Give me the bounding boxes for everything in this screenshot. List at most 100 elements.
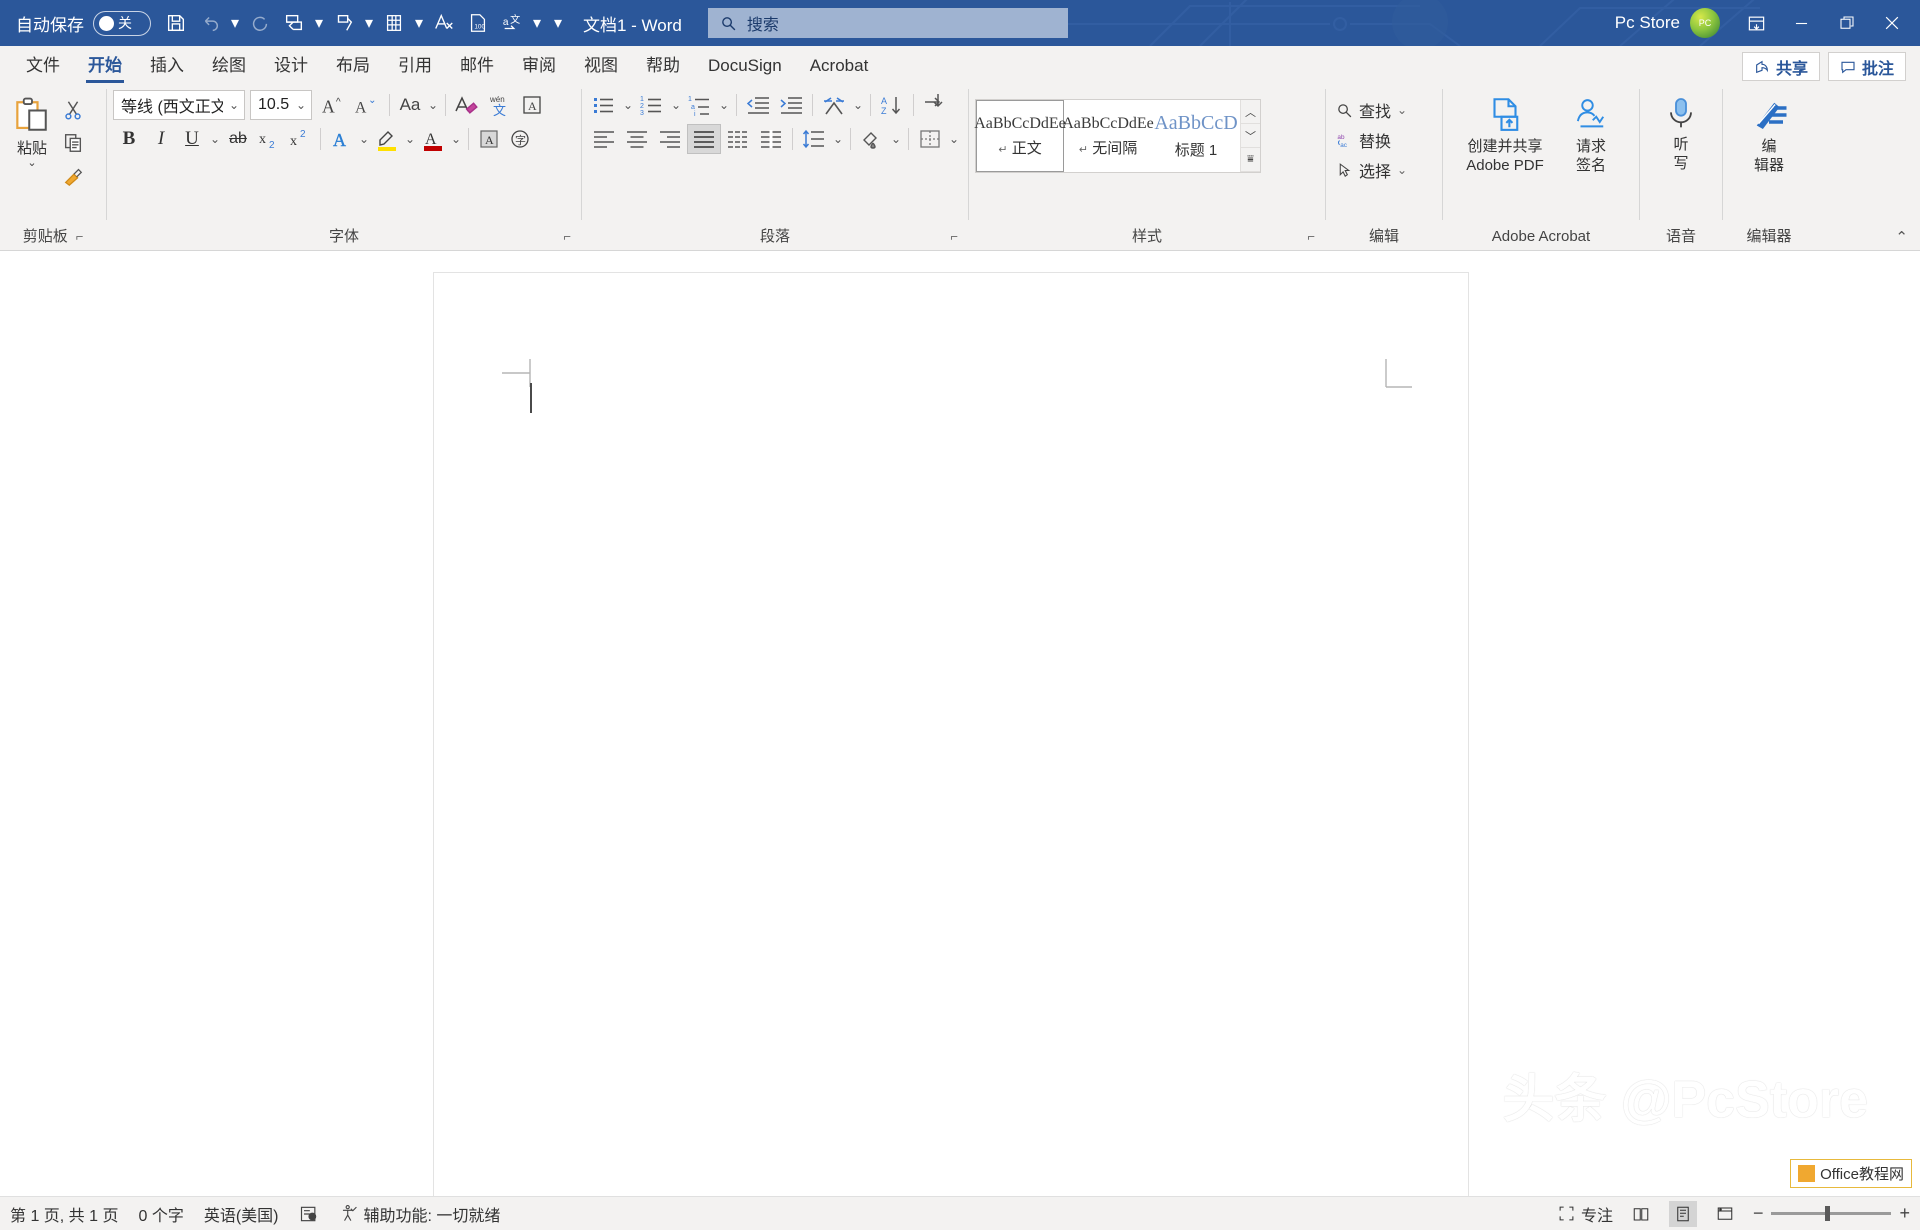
table-dropdown-icon[interactable]: ▾ bbox=[411, 6, 427, 40]
autosave-control[interactable]: 自动保存 关 bbox=[10, 10, 159, 36]
zoom-out-icon[interactable]: − bbox=[1753, 1203, 1764, 1224]
font-color-dropdown-icon[interactable]: ⌄ bbox=[449, 124, 463, 154]
zoom-thumb[interactable] bbox=[1825, 1206, 1831, 1221]
styles-scroll-down-icon[interactable]: ﹀ bbox=[1241, 124, 1260, 148]
word-count-icon[interactable]: 100 bbox=[461, 6, 495, 40]
bullets-icon[interactable] bbox=[588, 90, 620, 120]
search-box[interactable]: 搜索 bbox=[707, 8, 1068, 38]
format-painter-qat-icon[interactable] bbox=[327, 6, 361, 40]
tab-insert[interactable]: 插入 bbox=[136, 49, 198, 83]
grow-font-icon[interactable]: A ^ bbox=[319, 90, 351, 120]
print-dropdown-icon[interactable]: ▾ bbox=[311, 6, 327, 40]
asian-layout-dropdown-icon[interactable]: ⌄ bbox=[851, 90, 865, 120]
redo-icon[interactable] bbox=[243, 6, 277, 40]
avatar[interactable]: PC bbox=[1690, 8, 1720, 38]
text-effects-dropdown-icon[interactable]: ⌄ bbox=[357, 124, 371, 154]
asian-layout-icon[interactable] bbox=[818, 90, 850, 120]
change-case-dropdown-icon[interactable]: ⌄ bbox=[426, 90, 440, 120]
cut-icon[interactable] bbox=[58, 95, 88, 125]
zoom-track[interactable] bbox=[1771, 1206, 1892, 1221]
accessibility-status[interactable]: 辅助功能: 一切就绪 bbox=[339, 1202, 500, 1226]
paste-button[interactable]: 粘贴 ⌄ bbox=[6, 90, 58, 169]
styles-scroll[interactable]: ︿ ﹀ ⩸ bbox=[1240, 100, 1260, 172]
sort-icon[interactable]: A Z bbox=[876, 90, 908, 120]
collapse-ribbon-icon[interactable]: ⌃ bbox=[1895, 228, 1908, 246]
print-layout-button[interactable] bbox=[1668, 1200, 1697, 1227]
translate-dropdown-icon[interactable]: ▾ bbox=[529, 6, 545, 40]
clipboard-dialog-launcher[interactable]: ⌐ bbox=[76, 226, 84, 248]
share-button[interactable]: 共享 bbox=[1741, 52, 1820, 81]
shading-icon[interactable] bbox=[856, 124, 888, 154]
clear-formatting-icon[interactable] bbox=[451, 90, 483, 120]
undo-dropdown-icon[interactable]: ▾ bbox=[227, 6, 243, 40]
multilevel-dropdown-icon[interactable]: ⌄ bbox=[717, 90, 731, 120]
align-right-icon[interactable] bbox=[654, 124, 686, 154]
distribute-2-icon[interactable] bbox=[755, 124, 787, 154]
document-area[interactable]: 头条 @PcStore Office教程网 bbox=[0, 251, 1920, 1196]
find-button[interactable]: 查找 ⌄ bbox=[1332, 96, 1411, 124]
word-count-status[interactable]: 0 个字 bbox=[138, 1202, 183, 1226]
shading-dropdown-icon[interactable]: ⌄ bbox=[889, 124, 903, 154]
show-formatting-marks-icon[interactable] bbox=[919, 90, 951, 120]
read-mode-button[interactable] bbox=[1627, 1201, 1655, 1227]
tab-layout[interactable]: 布局 bbox=[322, 49, 384, 83]
editor-button[interactable]: 编 辑器 bbox=[1743, 90, 1795, 174]
customize-qat-icon[interactable]: ▾ bbox=[545, 6, 571, 40]
find-dropdown-icon[interactable]: ⌄ bbox=[1397, 103, 1407, 117]
text-effects-icon[interactable]: A bbox=[326, 124, 356, 154]
tab-acrobat[interactable]: Acrobat bbox=[796, 49, 883, 83]
paragraph-dialog-launcher[interactable]: ⌐ bbox=[950, 226, 958, 248]
zoom-in-icon[interactable]: + bbox=[1899, 1203, 1910, 1224]
undo-icon[interactable] bbox=[193, 6, 227, 40]
copy-icon[interactable] bbox=[58, 128, 88, 158]
tab-view[interactable]: 视图 bbox=[570, 49, 632, 83]
text-highlight-color-icon[interactable] bbox=[372, 124, 402, 154]
print-preview-icon[interactable] bbox=[277, 6, 311, 40]
styles-more-icon[interactable]: ⩸ bbox=[1241, 148, 1260, 172]
tab-home[interactable]: 开始 bbox=[74, 49, 136, 83]
style-item-normal[interactable]: AaBbCcDdEe ↵ 正文 bbox=[974, 100, 1066, 172]
styles-gallery[interactable]: AaBbCcDdEe ↵ 正文 AaBbCcDdEe ↵ 无间隔 AaBbCcD… bbox=[974, 99, 1261, 173]
character-border-icon[interactable]: A bbox=[517, 90, 547, 120]
borders-dropdown-icon[interactable]: ⌄ bbox=[947, 124, 961, 154]
format-painter-dropdown-icon[interactable]: ▾ bbox=[361, 6, 377, 40]
bold-button[interactable]: B bbox=[113, 124, 145, 154]
character-shading-icon[interactable]: A bbox=[474, 124, 504, 154]
tab-docusign[interactable]: DocuSign bbox=[694, 49, 796, 83]
distribute-icon[interactable] bbox=[722, 124, 754, 154]
font-size-dropdown-icon[interactable]: ⌄ bbox=[294, 98, 308, 112]
web-layout-button[interactable] bbox=[1711, 1201, 1739, 1227]
styles-dialog-launcher[interactable]: ⌐ bbox=[1307, 226, 1315, 248]
subscript-button[interactable]: x2 bbox=[254, 124, 284, 154]
bullets-dropdown-icon[interactable]: ⌄ bbox=[621, 90, 635, 120]
tab-mailings[interactable]: 邮件 bbox=[446, 49, 508, 83]
tab-file[interactable]: 文件 bbox=[12, 49, 74, 83]
align-center-icon[interactable] bbox=[621, 124, 653, 154]
phonetic-guide-icon[interactable]: wén 文 bbox=[484, 90, 516, 120]
tab-draw[interactable]: 绘图 bbox=[198, 49, 260, 83]
enclose-characters-icon[interactable]: 字 bbox=[505, 124, 535, 154]
request-signature-button[interactable]: 请求 签名 bbox=[1557, 90, 1625, 174]
font-name-combo[interactable]: 等线 (西文正文) ⌄ bbox=[113, 90, 245, 120]
strikethrough-button[interactable]: ab bbox=[223, 124, 253, 154]
document-page[interactable] bbox=[434, 273, 1468, 1196]
superscript-button[interactable]: x2 bbox=[285, 124, 315, 154]
borders-icon[interactable] bbox=[914, 124, 946, 154]
clear-formatting-qat-icon[interactable] bbox=[427, 6, 461, 40]
line-spacing-dropdown-icon[interactable]: ⌄ bbox=[831, 124, 845, 154]
focus-button[interactable]: 专注 bbox=[1558, 1202, 1613, 1226]
numbering-dropdown-icon[interactable]: ⌄ bbox=[669, 90, 683, 120]
shrink-font-icon[interactable]: A ⌄ bbox=[352, 90, 384, 120]
multilevel-list-icon[interactable]: 1 a i bbox=[684, 90, 716, 120]
replace-button[interactable]: ab ac 替换 bbox=[1332, 126, 1411, 154]
tab-design[interactable]: 设计 bbox=[260, 49, 322, 83]
style-item-nospacing[interactable]: AaBbCcDdEe ↵ 无间隔 bbox=[1062, 100, 1154, 172]
close-icon[interactable] bbox=[1869, 0, 1914, 46]
decrease-indent-icon[interactable] bbox=[742, 90, 774, 120]
align-left-icon[interactable] bbox=[588, 124, 620, 154]
language-status[interactable]: 英语(美国) bbox=[204, 1202, 279, 1226]
font-name-dropdown-icon[interactable]: ⌄ bbox=[227, 98, 241, 112]
comments-button[interactable]: 批注 bbox=[1827, 52, 1906, 81]
justify-icon[interactable] bbox=[687, 124, 721, 154]
font-color-icon[interactable]: A bbox=[418, 124, 448, 154]
